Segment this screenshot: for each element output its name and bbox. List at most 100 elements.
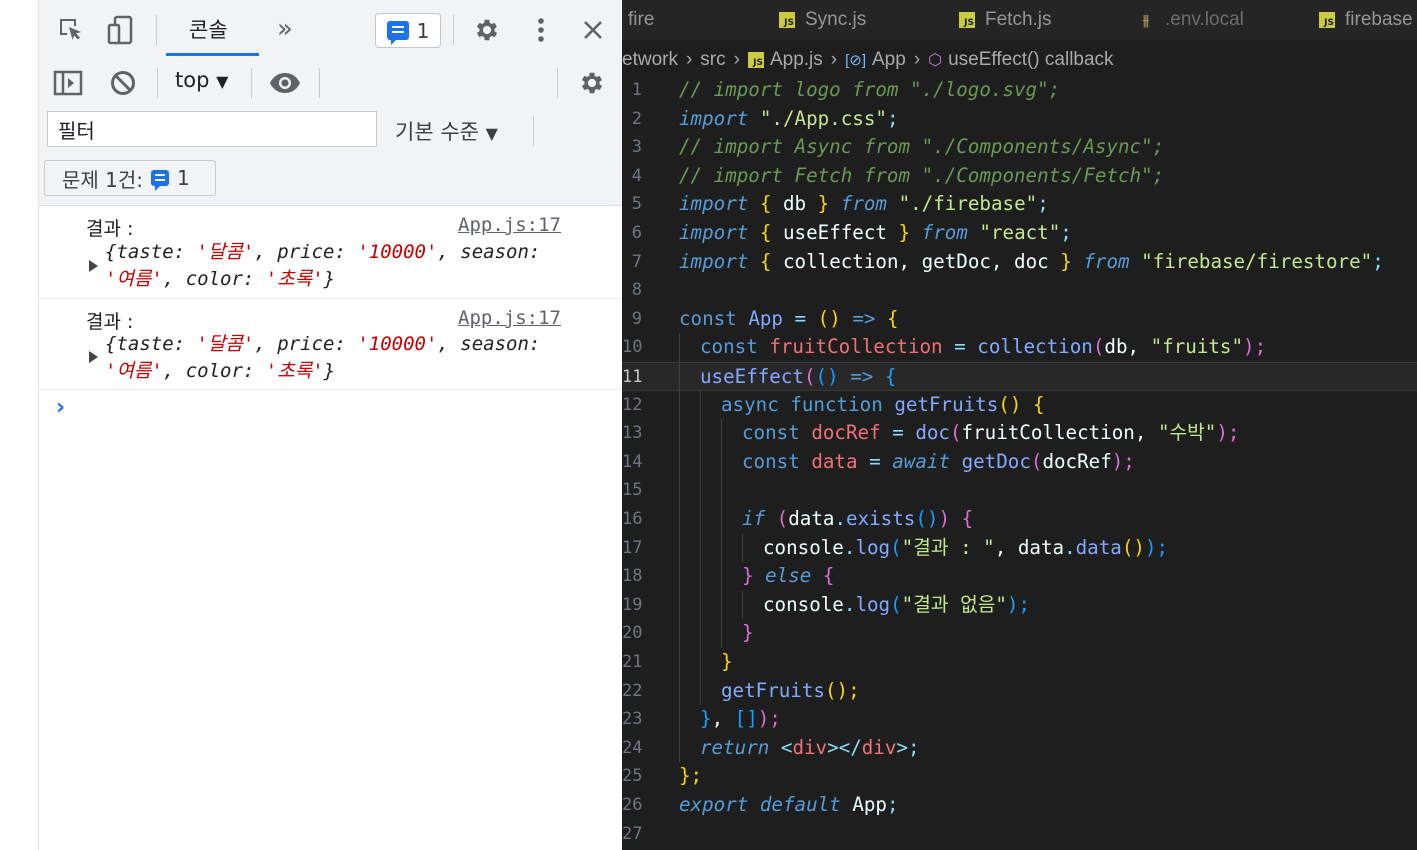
code-line: 25}; <box>622 762 1417 791</box>
editor-tab[interactable]: JS firebase <box>1319 0 1413 40</box>
key-color: , color: <box>162 268 266 290</box>
editor-tab[interactable]: JS Sync.js <box>779 0 866 40</box>
code-line: 7 import { collection, getDoc, doc } from… <box>622 248 1417 277</box>
brace-open: { <box>105 333 117 355</box>
code-token: ; <box>886 793 899 816</box>
js-file-icon: JS <box>747 52 764 68</box>
issues-counter-button[interactable]: 1 <box>375 13 441 48</box>
indent-guide <box>700 619 701 648</box>
code-token: from <box>840 192 887 216</box>
code-line: 3 // import Async from "./Components/Asyn… <box>622 133 1417 162</box>
toolbar-divider <box>453 15 454 45</box>
devtools-panel: 콘솔 » 1 top ▼ 필터 기본 수준 ▼ 문제 1건: 1 결과: Ap… <box>39 0 622 850</box>
breadcrumb-item-callback[interactable]: ⬡ useEffect() callback <box>928 49 1113 71</box>
brace-close: } <box>323 360 336 382</box>
breadcrumb-item-file[interactable]: JS App.js <box>747 49 823 71</box>
editor-tab[interactable]: JS Fetch.js <box>959 0 1052 40</box>
code-token: "fruits" <box>1150 335 1244 359</box>
key-price: , price: <box>254 241 358 263</box>
editor-tab[interactable]: ⫵ .env.local <box>1137 0 1244 40</box>
code-token: async <box>721 392 779 416</box>
sidebar-toggle-icon[interactable] <box>52 67 84 99</box>
indent-guide <box>679 619 680 648</box>
filter-input[interactable] <box>47 111 377 147</box>
code-token: { <box>822 564 835 588</box>
code-token: ); <box>757 707 781 731</box>
log-source-link[interactable]: App.js:17 <box>458 214 561 236</box>
code-token: fruitCollection <box>961 421 1135 445</box>
breadcrumb-label: useEffect() callback <box>948 49 1114 70</box>
breadcrumb-item-src[interactable]: src <box>700 49 725 71</box>
console-log-entry: 결과 : App.js:17 {taste: '달콤', price: '100… <box>39 206 622 299</box>
code-line: 10 const fruitCollection = collection(db,… <box>622 333 1417 362</box>
indent-guide <box>700 505 701 534</box>
code-token: { <box>759 192 772 216</box>
context-selector[interactable]: top ▼ <box>175 68 228 92</box>
breadcrumb-label: src <box>700 49 726 70</box>
indent-guide <box>700 648 701 677</box>
line-number: 5 <box>631 194 642 215</box>
indent-guide <box>721 476 722 505</box>
code-token: const <box>679 306 737 330</box>
live-expression-eye-icon[interactable] <box>267 67 303 99</box>
log-object-preview[interactable]: {taste: '달콤', price: '10000', season: '여… <box>105 239 575 293</box>
expand-object-icon[interactable] <box>89 260 98 272</box>
tab-label: Sync.js <box>805 9 867 30</box>
code-token: } <box>817 192 830 216</box>
more-tabs-icon[interactable]: » <box>272 12 298 46</box>
code-token: div <box>792 735 828 759</box>
code-token: () <box>915 507 939 530</box>
log-level-dropdown[interactable]: 기본 수준 ▼ <box>395 116 498 146</box>
code-token: ( <box>776 507 789 530</box>
indent-guide <box>742 533 743 563</box>
code-token: ( <box>803 365 816 388</box>
expand-object-icon[interactable] <box>89 351 98 363</box>
line-number: 18 <box>622 566 643 587</box>
issues-count: 1 <box>177 166 190 190</box>
code-token: from <box>921 221 968 244</box>
breadcrumb-item-folder[interactable]: etwork <box>622 49 678 71</box>
line-number: 4 <box>631 165 642 186</box>
code-token: App <box>852 793 887 816</box>
indent-guide <box>679 505 680 534</box>
code-token: else <box>765 564 812 588</box>
key-taste: taste: <box>116 333 197 355</box>
console-settings-gear-icon[interactable] <box>576 67 608 99</box>
breadcrumb-item-symbol[interactable]: [⊘] App <box>845 49 906 71</box>
device-toolbar-icon[interactable] <box>105 14 137 46</box>
indent-guide <box>679 648 680 677</box>
tab-label: fire <box>628 9 655 30</box>
line-number: 15 <box>622 480 643 501</box>
dropdown-arrow-icon: ▼ <box>216 72 229 91</box>
log-source-link[interactable]: App.js:17 <box>458 307 561 329</box>
log-object-preview[interactable]: {taste: '달콤', price: '10000', season: '여… <box>105 331 575 385</box>
inspect-element-icon[interactable] <box>55 14 87 46</box>
toolbar-divider <box>156 15 157 45</box>
console-prompt[interactable]: › <box>56 395 65 420</box>
code-token: } <box>1060 249 1072 273</box>
line-number: 8 <box>631 280 642 301</box>
indent-guide <box>679 447 680 477</box>
clear-console-icon[interactable] <box>107 67 139 99</box>
key-color: , color: <box>162 360 266 382</box>
indent-guide <box>700 676 701 706</box>
indent-guide <box>721 419 722 448</box>
more-options-icon[interactable] <box>525 14 557 46</box>
settings-gear-icon[interactable] <box>471 14 503 46</box>
toolbar-divider <box>533 116 534 146</box>
line-number: 24 <box>622 737 643 758</box>
close-icon[interactable] <box>577 14 609 46</box>
code-token: const <box>700 335 758 359</box>
editor-tab[interactable]: fire <box>628 0 654 40</box>
chevron-right-icon: › <box>830 49 838 70</box>
code-token: getFruits <box>894 392 999 416</box>
issues-toolbar: 문제 1건: 1 <box>39 156 622 206</box>
tab-console[interactable]: 콘솔 <box>189 14 228 44</box>
issues-button[interactable]: 문제 1건: 1 <box>44 160 216 196</box>
code-token: ; <box>1037 192 1049 216</box>
